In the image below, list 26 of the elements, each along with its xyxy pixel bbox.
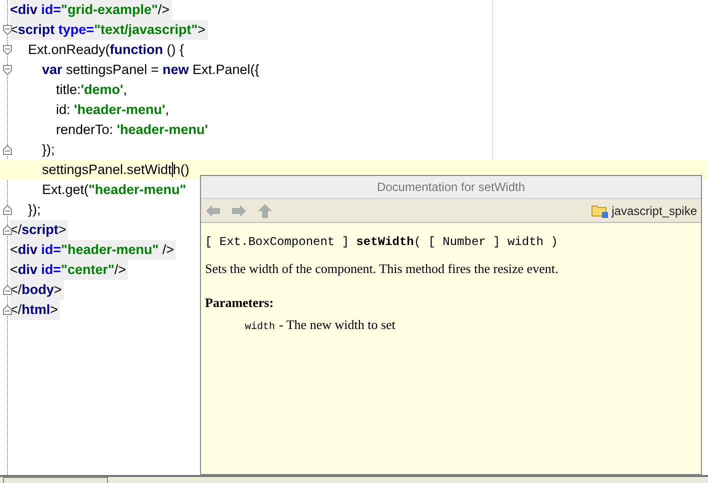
parameter-name: width [245, 320, 276, 335]
fold-icon[interactable] [3, 25, 12, 35]
code-line: id: 'header-menu', [56, 101, 170, 119]
fold-icon[interactable] [3, 305, 12, 315]
parameters-heading: Parameters: [205, 294, 275, 312]
folder-icon [590, 202, 609, 218]
status-tab[interactable] [3, 477, 108, 483]
code-line: settingsPanel.setWidth() [42, 161, 190, 179]
code-line: Ext.get("header-menu" [42, 181, 188, 199]
code-line: Ext.onReady(function () { [28, 41, 186, 59]
parameter-description: - The new width to set [279, 316, 396, 334]
location-label: javascript_spike [612, 202, 697, 220]
code-line: renderTo: 'header-menu' [56, 121, 209, 139]
method-description: Sets the width of the component. This method fires the resize event. [205, 260, 560, 278]
code-line: title:'demo', [56, 81, 128, 99]
fold-icon[interactable] [3, 65, 12, 75]
fold-icon[interactable] [3, 145, 12, 155]
method-signature: [ Ext.BoxComponent ] setWidth( [ Number ] width ) [205, 234, 559, 251]
popup-title: Documentation for setWidth [201, 176, 701, 199]
code-line: }); [42, 141, 56, 159]
code-line: }); [28, 201, 42, 219]
fold-icon[interactable] [3, 225, 12, 235]
fold-icon[interactable] [3, 45, 12, 55]
fold-icon[interactable] [3, 205, 12, 215]
code-line: var settingsPanel = new Ext.Panel({ [42, 61, 260, 79]
fold-icon[interactable] [3, 285, 12, 295]
